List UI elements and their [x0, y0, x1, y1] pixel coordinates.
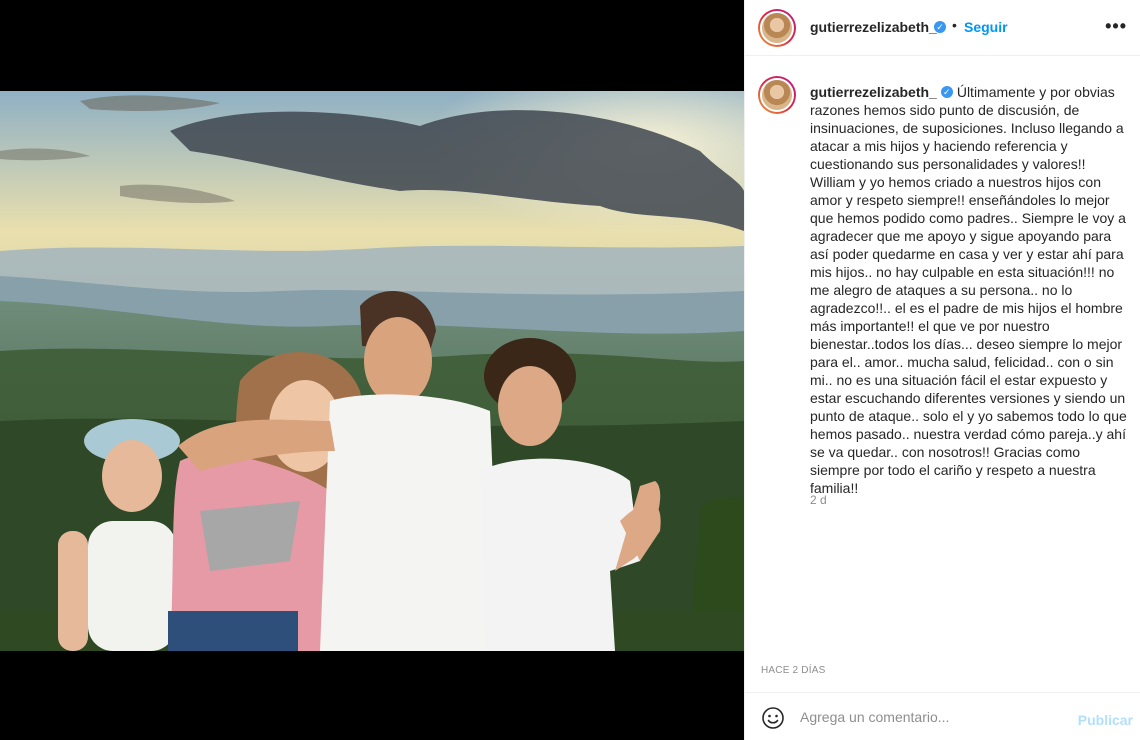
emoji-smile-icon[interactable]	[761, 706, 785, 730]
author-username[interactable]: gutierrezelizabeth_	[810, 19, 937, 35]
verified-badge-icon: ✓	[934, 21, 946, 33]
post-photo[interactable]	[0, 91, 744, 651]
author-avatar[interactable]	[758, 9, 796, 47]
separator-dot: •	[952, 17, 957, 33]
caption-text: Últimamente y por obvias razones hemos s…	[810, 84, 1127, 496]
caption-username[interactable]: gutierrezelizabeth_	[810, 84, 937, 100]
more-options-icon[interactable]: •••	[1105, 16, 1127, 37]
post-sidebar: gutierrezelizabeth_ ✓ • Seguir ••• gutie…	[744, 0, 1140, 740]
comments-area[interactable]: gutierrezelizabeth_ ✓ Últimamente y por ob…	[745, 57, 1140, 692]
post-header: gutierrezelizabeth_ ✓ • Seguir •••	[745, 0, 1140, 56]
caption-age[interactable]: 2 d	[810, 493, 827, 507]
post-timestamp[interactable]: HACE 2 DÍAS	[761, 665, 825, 676]
caption-author-avatar[interactable]	[758, 76, 796, 114]
follow-button[interactable]: Seguir	[964, 19, 1008, 35]
post-caption: gutierrezelizabeth_ ✓ Últimamente y por ob…	[810, 83, 1130, 497]
comment-input[interactable]	[800, 707, 1070, 727]
add-comment-bar: Publicar	[745, 692, 1140, 740]
verified-badge-icon: ✓	[940, 86, 953, 99]
publish-button[interactable]: Publicar	[1078, 712, 1133, 728]
family-landscape-photo	[0, 91, 744, 651]
post-media-pane	[0, 0, 744, 740]
